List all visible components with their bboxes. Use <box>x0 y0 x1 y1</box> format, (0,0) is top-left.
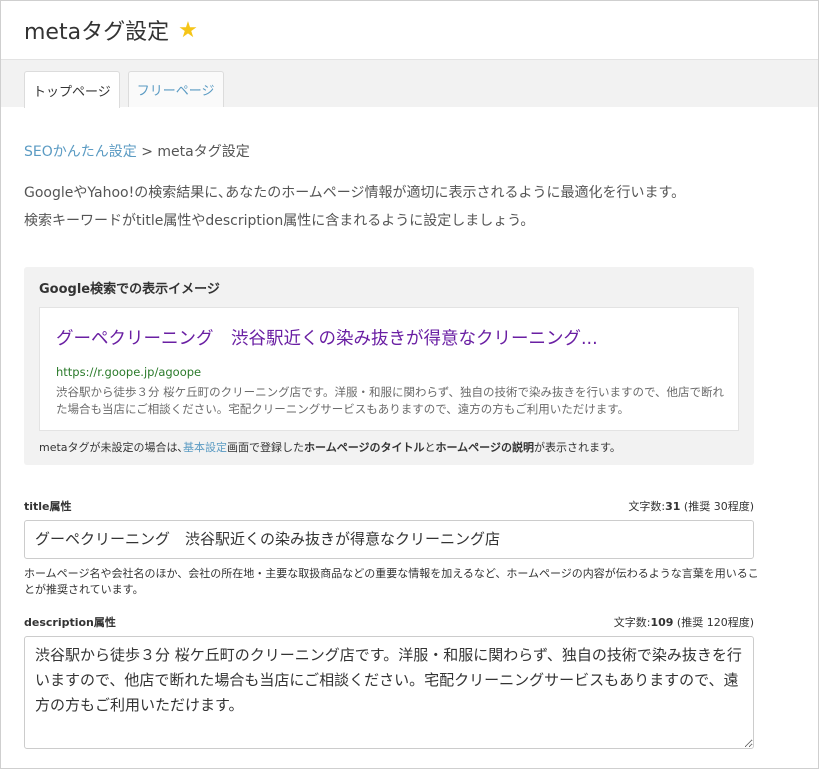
count-value: 31 <box>665 500 681 513</box>
count-prefix: 文字数: <box>613 616 651 629</box>
favorite-star-icon[interactable]: ★ <box>178 18 198 43</box>
preview-note: metaタグが未設定の場合は､基本設定画面で登録したホームページのタイトルとホー… <box>39 439 739 455</box>
tab-free-page[interactable]: フリーページ <box>127 71 224 107</box>
title-input[interactable]: グーペクリーニング 渋谷駅近くの染み抜きが得意なクリーニング店 <box>24 520 754 559</box>
tab-top-page[interactable]: トップページ <box>24 71 120 108</box>
note-text: と <box>424 441 436 454</box>
intro-line-2: 検索キーワードがtitle属性やdescription属性に含まれるように設定し… <box>24 213 535 229</box>
count-prefix: 文字数: <box>628 500 666 513</box>
breadcrumb-current: metaタグ設定 <box>157 144 250 160</box>
page-header: metaタグ設定 ★ <box>1 1 818 60</box>
preview-result-box: グーペクリーニング 渋谷駅近くの染み抜きが得意なクリーニング... https:… <box>39 307 739 431</box>
page-title: metaタグ設定 <box>24 20 170 45</box>
breadcrumb-link-seo[interactable]: SEOかんたん設定 <box>24 144 137 160</box>
title-field-label: title属性 <box>24 500 72 513</box>
note-text: が表示されます。 <box>533 441 621 454</box>
count-suffix: (推奨 30程度) <box>680 500 754 513</box>
count-value: 109 <box>650 616 674 629</box>
count-suffix: (推奨 120程度) <box>673 616 754 629</box>
description-field-header: description属性 文字数:109 (推奨 120程度) <box>24 614 754 630</box>
intro-line-1: GoogleやYahoo!の検索結果に､あなたのホームページ情報が適切に表示され… <box>24 185 686 201</box>
preview-description: 渋谷駅から徒歩３分 桜ケ丘町のクリーニング店です。洋服・和服に関わらず、独自の技… <box>56 385 725 416</box>
breadcrumb: SEOかんたん設定 > metaタグ設定 <box>24 141 795 161</box>
note-bold-description: ホームページの説明 <box>435 441 534 454</box>
note-text: metaタグが未設定の場合は､ <box>39 441 184 454</box>
preview-url: https://r.goope.jp/agoope <box>56 365 202 379</box>
description-char-count: 文字数:109 (推奨 120程度) <box>614 614 754 630</box>
title-hint: ホームページ名や会社名のほか、会社の所在地・主要な取扱商品などの重要な情報を加え… <box>24 567 759 596</box>
description-textarea[interactable]: 渋谷駅から徒歩３分 桜ケ丘町のクリーニング店です。洋服・和服に関わらず、独自の技… <box>24 636 754 749</box>
main-content: SEOかんたん設定 > metaタグ設定 GoogleやYahoo!の検索結果に… <box>1 141 818 753</box>
note-bold-title: ホームページのタイトル <box>304 441 425 454</box>
description-field-label: description属性 <box>24 616 116 629</box>
google-preview-panel: Google検索での表示イメージ グーペクリーニング 渋谷駅近くの染み抜きが得意… <box>24 267 754 465</box>
preview-heading: Google検索での表示イメージ <box>39 282 220 297</box>
note-text: 画面で登録した <box>227 441 305 454</box>
title-char-count: 文字数:31 (推奨 30程度) <box>628 498 754 514</box>
basic-settings-link[interactable]: 基本設定 <box>183 441 227 454</box>
title-field-header: title属性 文字数:31 (推奨 30程度) <box>24 498 754 514</box>
breadcrumb-separator: > <box>141 144 153 160</box>
intro-text: GoogleやYahoo!の検索結果に､あなたのホームページ情報が適切に表示され… <box>24 179 795 235</box>
preview-title: グーペクリーニング 渋谷駅近くの染み抜きが得意なクリーニング... <box>56 329 598 349</box>
tab-bar: トップページ フリーページ <box>1 60 818 108</box>
